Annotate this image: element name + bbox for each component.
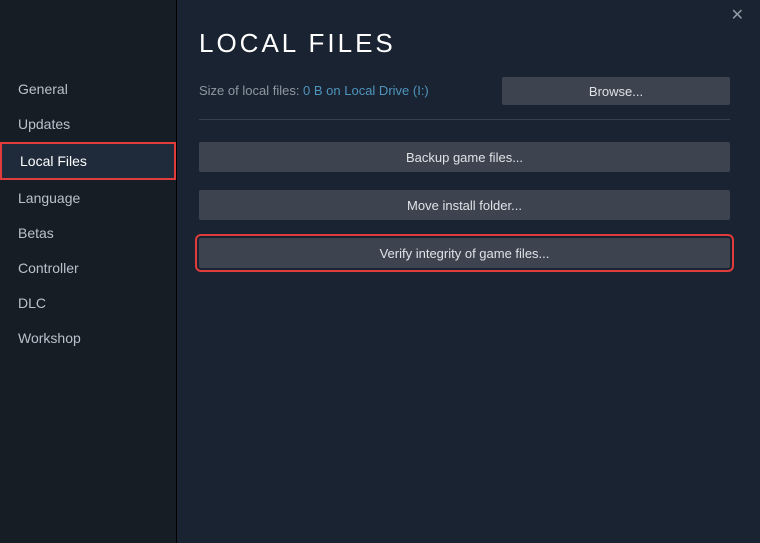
sidebar-item-local-files[interactable]: Local Files [0,142,176,180]
page-title: LOCAL FILES [199,28,730,59]
verify-integrity-button[interactable]: Verify integrity of game files... [199,238,730,268]
backup-game-files-button[interactable]: Backup game files... [199,142,730,172]
sidebar-item-label: DLC [18,295,46,311]
size-info-text: Size of local files: 0 B on Local Drive … [199,82,429,100]
sidebar-item-general[interactable]: General [0,72,176,106]
sidebar-item-workshop[interactable]: Workshop [0,321,176,355]
size-value: 0 B on Local Drive (I:) [303,83,429,98]
sidebar-item-updates[interactable]: Updates [0,107,176,141]
sidebar-item-controller[interactable]: Controller [0,251,176,285]
browse-button[interactable]: Browse... [502,77,730,105]
section-divider [199,119,730,120]
sidebar-item-betas[interactable]: Betas [0,216,176,250]
sidebar-item-language[interactable]: Language [0,181,176,215]
sidebar-item-label: General [18,81,68,97]
sidebar-item-label: Workshop [18,330,81,346]
size-info-row: Size of local files: 0 B on Local Drive … [199,77,730,105]
sidebar-item-label: Local Files [20,153,87,169]
main-panel: LOCAL FILES Size of local files: 0 B on … [177,0,760,543]
move-install-folder-button[interactable]: Move install folder... [199,190,730,220]
sidebar-item-dlc[interactable]: DLC [0,286,176,320]
sidebar-item-label: Updates [18,116,70,132]
close-icon[interactable]: ✕ [725,6,750,26]
settings-container: General Updates Local Files Language Bet… [0,0,760,543]
sidebar-item-label: Controller [18,260,79,276]
sidebar: General Updates Local Files Language Bet… [0,0,177,543]
size-label: Size of local files: [199,83,303,98]
sidebar-item-label: Betas [18,225,54,241]
sidebar-item-label: Language [18,190,80,206]
